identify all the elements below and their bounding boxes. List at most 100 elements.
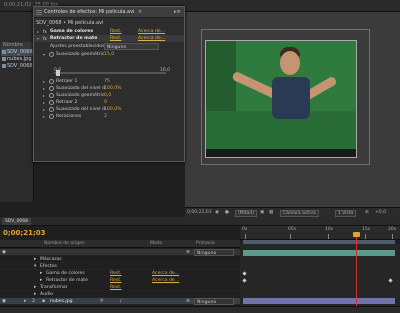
property-value[interactable]: 2 [104, 113, 107, 120]
collapse-triangle-icon[interactable]: ▾ [37, 35, 39, 42]
transparency-grid-icon[interactable]: ▦ [269, 210, 273, 215]
parent-dropdown[interactable]: Ninguno [194, 298, 234, 305]
about-link[interactable]: Acerca de... [152, 277, 179, 284]
property-row[interactable]: ▾ Suavizado geométric 15,0 [34, 51, 184, 58]
property-row[interactable]: ▸ Iteraciones 2 [34, 113, 184, 120]
source-name-header[interactable]: Nombre de origen [44, 241, 85, 246]
exposure-icon[interactable]: ⊕ [365, 210, 369, 215]
link-icon[interactable]: ⊚ [186, 298, 190, 305]
current-time-indicator-line[interactable] [356, 234, 357, 313]
reset-link[interactable]: Rest. [110, 270, 121, 277]
stopwatch-icon[interactable] [49, 93, 54, 98]
effect-row-retractor-de-mate[interactable]: ▸ Retractor de mate Rest. Acerca de... [0, 277, 240, 284]
quality-switch-icon[interactable]: ∕ [120, 298, 122, 305]
effect-row-gama-de-colores[interactable]: ▸ Gama de colores Rest. Acerca de... [0, 270, 240, 277]
resolution-dropdown[interactable]: (Mitad) [235, 210, 258, 217]
time-ruler[interactable]: 0s 05s 10s 15s 20s [240, 226, 400, 240]
fx-toggle-icon[interactable]: fx [43, 29, 48, 34]
project-item[interactable]: SDV_0068 [1, 63, 33, 70]
fx-toggle-icon[interactable]: fx [43, 36, 48, 41]
presets-dropdown[interactable]: Ninguno [104, 43, 159, 50]
expand-triangle-icon[interactable]: ▸ [43, 85, 45, 92]
property-row[interactable]: ▸ Suavizado del nivel d 100,0% [34, 85, 184, 92]
stopwatch-icon[interactable] [49, 114, 54, 119]
reset-link[interactable]: Rest. [110, 28, 121, 35]
layer-1-duration-bar[interactable] [243, 250, 395, 256]
about-link[interactable]: Acerca de... [138, 35, 165, 42]
stopwatch-icon[interactable] [49, 79, 54, 84]
masks-row[interactable]: ▸ Máscaras [0, 256, 240, 263]
effect-row-retractor-de-mate[interactable]: ▾ fx Retractor de mate Rest. Acerca de..… [34, 35, 184, 42]
viewer-timecode[interactable]: 0;00;21;03 [187, 210, 212, 215]
expand-triangle-icon[interactable]: ▸ [40, 277, 42, 284]
camera-snapshot-icon[interactable]: ◉ [215, 210, 219, 215]
eye-icon[interactable]: ◉ [2, 298, 6, 305]
stopwatch-icon[interactable] [49, 52, 54, 57]
effect-controls-tab[interactable]: Controles de efectos: Mi pelicula.avi [44, 9, 134, 15]
panel-grip-icon[interactable] [36, 9, 42, 15]
expand-triangle-icon[interactable]: ▸ [43, 92, 45, 99]
reset-link[interactable]: Rest. [110, 284, 121, 291]
eye-icon[interactable]: ◉ [2, 249, 6, 256]
expand-triangle-icon[interactable]: ▸ [24, 298, 26, 305]
views-dropdown[interactable]: 1 Vista [335, 210, 357, 217]
exposure-value[interactable]: +0,0 [375, 210, 386, 215]
layer-2-duration-bar[interactable] [243, 298, 395, 304]
property-value[interactable]: 75 [104, 78, 110, 85]
expand-triangle-icon[interactable]: ▸ [37, 28, 39, 35]
parent-dropdown[interactable]: Ninguno [194, 249, 234, 256]
layer-row-1[interactable]: ◉ ⊚ Ninguno [0, 249, 240, 256]
expand-triangle-icon[interactable]: ▸ [40, 270, 42, 277]
stopwatch-icon[interactable] [49, 100, 54, 105]
property-row[interactable]: ▸ Retraer 2 0 [34, 99, 184, 106]
about-link[interactable]: Acerca de... [138, 28, 165, 35]
close-tab-icon[interactable]: × [138, 9, 142, 15]
layer-name[interactable]: nubes.jpg [50, 298, 73, 305]
show-channel-icon[interactable]: ● [225, 210, 229, 215]
expand-triangle-icon[interactable]: ▸ [43, 78, 45, 85]
project-item[interactable]: SDV_0068 [1, 49, 33, 56]
stopwatch-icon[interactable] [49, 107, 54, 112]
audio-row[interactable]: ▸ Audio [0, 291, 240, 298]
collapse-triangle-icon[interactable]: ▾ [34, 263, 36, 270]
property-value[interactable]: 0 [104, 99, 107, 106]
property-value[interactable]: 100,0% [104, 85, 122, 92]
property-value[interactable]: 15,0 [104, 51, 114, 58]
property-value[interactable]: 0,0 [104, 92, 111, 99]
reset-link[interactable]: Rest. [110, 277, 121, 284]
timeline-timecode[interactable]: 0;00;21;03 [3, 229, 46, 237]
collapse-triangle-icon[interactable]: ▾ [43, 51, 45, 58]
shy-switch-icon[interactable]: ⚲ [100, 298, 103, 305]
layer-row-2[interactable]: ◉ ▸ 2 ▪ nubes.jpg ⚲ ∕ ⊚ Ninguno [0, 298, 240, 305]
expand-triangle-icon[interactable]: ▸ [43, 99, 45, 106]
property-row[interactable]: ▸ Suavizado geométric 0,0 [34, 92, 184, 99]
about-link[interactable]: Acerca de... [152, 270, 179, 277]
parent-header[interactable]: Primario [196, 241, 215, 246]
effects-row[interactable]: ▾ Efectos [0, 263, 240, 270]
stopwatch-icon[interactable] [49, 86, 54, 91]
region-of-interest-icon[interactable]: ▣ [260, 210, 264, 215]
project-item[interactable]: nubes.jpg [1, 56, 33, 63]
property-slider-thumb[interactable] [56, 70, 60, 76]
timeline-tab[interactable]: SDV_0068 [2, 218, 32, 225]
expand-triangle-icon[interactable]: ▸ [34, 256, 36, 263]
property-value[interactable]: 100,0% [104, 106, 122, 113]
transform-row[interactable]: ▸ Transformar Rest. [0, 284, 240, 291]
effect-row-gama-de-colores[interactable]: ▸ fx Gama de colores Rest. Acerca de... [34, 28, 184, 35]
reset-link[interactable]: Rest. [110, 35, 121, 42]
ruler-tick [365, 234, 366, 239]
mode-header[interactable]: Modo [150, 241, 162, 246]
expand-triangle-icon[interactable]: ▸ [43, 113, 45, 120]
expand-triangle-icon[interactable]: ▸ [34, 284, 36, 291]
effect-controls-title-bar[interactable]: Controles de efectos: Mi pelicula.avi × … [34, 7, 184, 18]
panel-menu-icon[interactable]: ▸≡ [174, 9, 181, 15]
current-time-indicator-head[interactable] [353, 232, 360, 237]
expand-triangle-icon[interactable]: ▸ [43, 106, 45, 113]
property-row[interactable]: ▸ Retraer 1 75 [34, 78, 184, 85]
project-column-header[interactable]: Nombre [1, 42, 33, 49]
property-slider-track[interactable] [54, 72, 166, 74]
expand-triangle-icon[interactable]: ▸ [34, 291, 36, 298]
link-icon[interactable]: ⊚ [186, 249, 190, 256]
property-row[interactable]: ▸ Suavizado del nivel d 100,0% [34, 106, 184, 113]
camera-dropdown[interactable]: Cámara activa [280, 210, 319, 217]
